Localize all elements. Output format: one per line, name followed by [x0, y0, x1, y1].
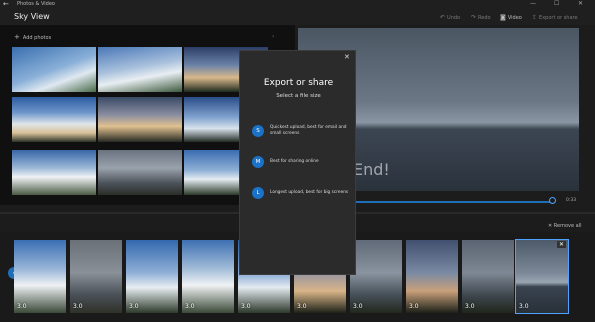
library-photo[interactable] [98, 47, 182, 92]
storyboard-card-selected[interactable]: ✕ 3.0 [515, 239, 569, 314]
video-button[interactable]: ◙ Video [500, 14, 522, 21]
playback-scrubber[interactable] [549, 197, 556, 204]
remove-all-button[interactable]: ✕ Remove all [548, 223, 582, 229]
undo-label: Undo [447, 15, 461, 21]
close-window-icon[interactable]: ✕ [578, 0, 583, 7]
back-arrow-icon[interactable]: ← [3, 0, 9, 8]
project-title: Sky View [14, 12, 50, 21]
project-header: Sky View ↶ Undo ↷ Redo ◙ Video ⇪ Export or s… [0, 11, 595, 25]
card-duration: 3.0 [73, 303, 83, 310]
dialog-close-icon[interactable]: ✕ [344, 53, 350, 61]
title-bar: ← Photos & Video — ☐ ✕ [0, 0, 595, 11]
preview-end-title: End! [353, 160, 390, 179]
card-duration: 3.0 [519, 303, 529, 310]
option-description: Longest upload, best for big screens [270, 190, 349, 195]
card-duration: 3.0 [465, 303, 475, 310]
app-title: Photos & Video [17, 1, 55, 7]
card-duration: 3.0 [297, 303, 307, 310]
storyboard-card[interactable]: 3.0 [350, 240, 402, 313]
undo-button[interactable]: ↶ Undo [440, 14, 460, 21]
card-duration: 3.0 [17, 303, 27, 310]
add-photos-label: Add photos [22, 35, 52, 41]
remove-all-label: Remove all [553, 223, 582, 229]
playback-time: 0:33 [566, 198, 577, 203]
library-photo[interactable] [98, 150, 182, 195]
card-duration: 3.0 [185, 303, 195, 310]
maximize-icon[interactable]: ☐ [554, 0, 559, 7]
storyboard-card[interactable]: 3.0 [406, 240, 458, 313]
dialog-subtitle: Select a file size [276, 93, 321, 99]
remove-card-icon[interactable]: ✕ [556, 241, 566, 248]
plus-icon: + [14, 33, 20, 41]
library-photo[interactable] [12, 47, 96, 92]
dialog-title: Export or share [263, 78, 334, 88]
option-description: Best for sharing online [270, 159, 319, 164]
card-duration: 3.0 [241, 303, 251, 310]
library-chevron-icon[interactable]: › [272, 33, 274, 40]
storyboard-card[interactable]: 3.0 [126, 240, 178, 313]
size-small-icon: S [252, 125, 264, 137]
library-photo[interactable] [12, 97, 96, 142]
export-dialog: ✕ Export or share Select a file size S Q… [239, 50, 356, 275]
card-duration: 3.0 [353, 303, 363, 310]
redo-label: Redo [478, 15, 491, 21]
add-photos-button[interactable]: + Add photos [14, 33, 51, 41]
storyboard-card[interactable]: 3.0 [70, 240, 122, 313]
card-duration: 3.0 [409, 303, 419, 310]
redo-button[interactable]: ↷ Redo [471, 14, 491, 21]
card-duration: 3.0 [129, 303, 139, 310]
option-description: Quickest upload, best for email and smal… [270, 125, 347, 136]
library-photo[interactable] [12, 150, 96, 195]
export-button[interactable]: ⇪ Export or share [532, 14, 578, 21]
export-label: Export or share [539, 15, 578, 21]
undo-icon: ↶ [440, 14, 446, 21]
video-label: Video [507, 15, 522, 21]
storyboard-card[interactable]: 3.0 [462, 240, 514, 313]
size-large-icon: L [252, 187, 264, 199]
storyboard-card[interactable]: 3.0 [14, 240, 66, 313]
video-icon: ◙ [500, 14, 506, 21]
export-icon: ⇪ [532, 14, 538, 21]
library-photo[interactable] [98, 97, 182, 142]
playback-progress-bar[interactable] [352, 201, 552, 203]
redo-icon: ↷ [471, 14, 477, 21]
minimize-icon[interactable]: — [530, 0, 536, 7]
size-medium-icon: M [252, 156, 264, 168]
storyboard-card[interactable]: 3.0 [182, 240, 234, 313]
